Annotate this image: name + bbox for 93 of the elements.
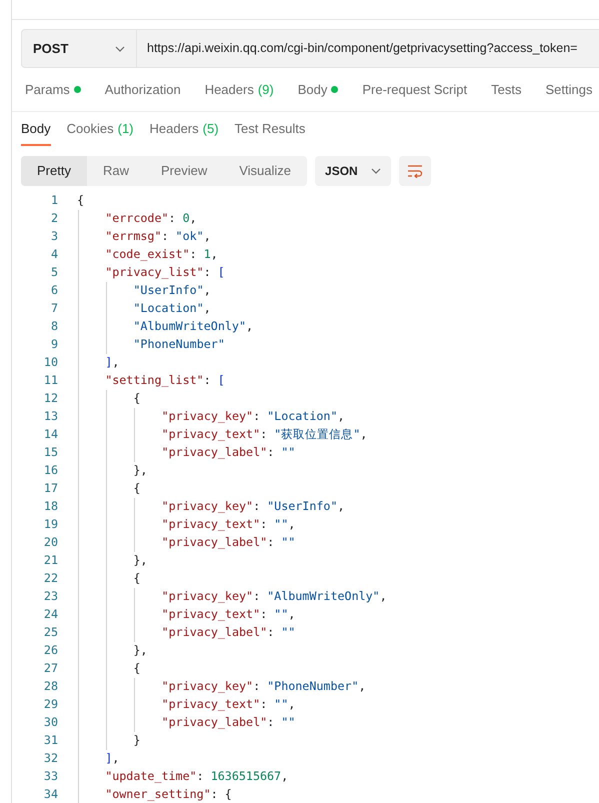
code-line: "privacy_key": "Location",	[162, 408, 345, 426]
line-number: 25	[42, 624, 58, 642]
code-line: {	[133, 660, 140, 678]
line-number: 24	[42, 606, 58, 624]
wrap-lines-button[interactable]	[399, 156, 432, 186]
code-line: },	[133, 462, 148, 480]
code-line: "privacy_label": ""	[162, 714, 296, 732]
code-line: {	[77, 192, 84, 210]
line-number: 3	[50, 228, 58, 246]
code-line: "errcode": 0,	[105, 210, 197, 228]
view-mode-tab[interactable]: Pretty	[21, 156, 87, 186]
code-line: {	[133, 480, 140, 498]
line-number: 22	[42, 570, 58, 588]
count-label: (5)	[202, 120, 219, 138]
line-number: 9	[50, 336, 58, 354]
line-number: 23	[42, 588, 58, 606]
line-number: 5	[50, 264, 58, 282]
code-line: "privacy_label": ""	[162, 534, 296, 552]
code-line: "PhoneNumber"	[133, 336, 225, 354]
count-label: (9)	[258, 80, 274, 99]
request-tab[interactable]: Params	[25, 80, 81, 100]
view-mode-tab[interactable]: Visualize	[223, 156, 308, 186]
line-number: 19	[42, 516, 58, 534]
line-number: 16	[42, 462, 58, 480]
request-tab[interactable]: Body	[298, 80, 338, 100]
line-number: 31	[42, 732, 58, 750]
line-number: 18	[42, 498, 58, 516]
line-number: 10	[42, 354, 58, 372]
code-line: "code_exist": 1,	[105, 246, 218, 264]
code-line: ],	[105, 750, 120, 768]
line-number: 32	[42, 750, 58, 768]
line-number: 21	[42, 552, 58, 570]
line-number: 27	[42, 660, 58, 678]
code-line: }	[133, 732, 140, 750]
code-line: "privacy_text": "",	[162, 606, 296, 624]
code-line: "privacy_key": "UserInfo",	[162, 498, 345, 516]
line-number: 20	[42, 534, 58, 552]
code-line: "privacy_list": [	[105, 264, 225, 282]
line-number: 29	[42, 696, 58, 714]
code-line: "privacy_text": "",	[162, 696, 296, 714]
chevron-down-icon	[371, 168, 382, 174]
line-number: 15	[42, 444, 58, 462]
line-number: 30	[42, 714, 58, 732]
request-tab[interactable]: Settings	[545, 80, 592, 100]
code-line: "privacy_key": "AlbumWriteOnly",	[162, 588, 387, 606]
format-dropdown[interactable]: JSON	[315, 156, 392, 186]
code-line: {	[133, 390, 140, 408]
code-line: "owner_setting": {	[105, 786, 232, 803]
code-line: "update_time": 1636515667,	[105, 768, 288, 786]
url-field[interactable]: https://api.weixin.qq.com/cgi-bin/component/getprivacysetting?access_token=	[137, 29, 599, 68]
method-dropdown[interactable]: POST	[21, 29, 137, 68]
line-number: 11	[42, 372, 58, 390]
code-line: "privacy_label": ""	[162, 444, 296, 462]
chevron-down-icon	[115, 46, 125, 52]
code-line: "errmsg": "ok",	[105, 228, 211, 246]
response-tab[interactable]: Headers (5)	[150, 118, 219, 146]
request-tab[interactable]: Authorization	[104, 80, 181, 100]
code-line: "privacy_key": "PhoneNumber",	[162, 678, 366, 696]
line-number: 4	[50, 246, 58, 264]
line-number: 12	[42, 390, 58, 408]
line-number: 6	[50, 282, 58, 300]
line-number: 33	[42, 768, 58, 786]
code-line: "privacy_text": "",	[162, 516, 296, 534]
code-line: ],	[105, 354, 120, 372]
code-line: "UserInfo",	[133, 282, 211, 300]
line-number: 28	[42, 678, 58, 696]
line-number: 7	[50, 300, 58, 318]
line-number: 1	[50, 192, 58, 210]
request-tab[interactable]: Headers (9)	[204, 80, 274, 100]
line-number: 8	[50, 318, 58, 336]
line-number: 2	[50, 210, 58, 228]
line-number: 13	[42, 408, 58, 426]
line-number: 14	[42, 426, 58, 444]
code-line: "privacy_label": ""	[162, 624, 296, 642]
view-mode-tab[interactable]: Preview	[144, 156, 224, 186]
response-tab[interactable]: Cookies (1)	[66, 118, 134, 146]
line-number: 17	[42, 480, 58, 498]
code-line: "AlbumWriteOnly",	[133, 318, 254, 336]
line-number: 26	[42, 642, 58, 660]
code-line: "setting_list": [	[105, 372, 225, 390]
count-label: (1)	[118, 120, 134, 138]
code-line: "privacy_text": "获取位置信息",	[162, 426, 368, 444]
code-line: "Location",	[133, 300, 211, 318]
request-tab[interactable]: Tests	[491, 80, 522, 100]
response-tab[interactable]: Test Results	[234, 118, 306, 146]
code-line: },	[133, 552, 148, 570]
request-tab[interactable]: Pre-request Script	[362, 80, 468, 100]
line-number: 34	[42, 786, 58, 803]
wrap-lines-icon	[407, 164, 424, 178]
code-line: },	[133, 642, 148, 660]
view-mode-tab[interactable]: Raw	[86, 156, 145, 186]
response-tab[interactable]: Body	[21, 118, 51, 146]
code-line: {	[133, 570, 140, 588]
